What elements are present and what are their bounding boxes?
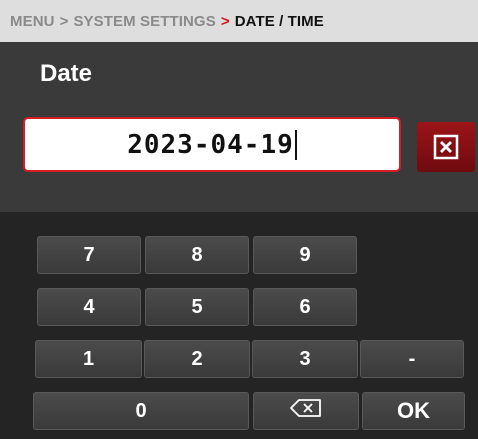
key-5[interactable]: 5 [145,288,249,326]
key-8[interactable]: 8 [145,236,249,274]
key-1[interactable]: 1 [35,340,142,378]
text-cursor [294,129,297,160]
key-dash[interactable]: - [360,340,464,378]
key-7[interactable]: 7 [37,236,141,274]
key-6[interactable]: 6 [253,288,357,326]
clear-button[interactable] [417,122,475,172]
key-4[interactable]: 4 [37,288,141,326]
key-0[interactable]: 0 [33,392,249,430]
date-input[interactable]: 2023-04-19 [23,117,401,172]
key-9[interactable]: 9 [253,236,357,274]
key-3[interactable]: 3 [252,340,358,378]
breadcrumb-item-date-time: DATE / TIME [234,12,324,30]
field-title: Date [40,60,93,87]
close-box-icon [433,134,459,160]
key-2[interactable]: 2 [144,340,250,378]
breadcrumb-item-system-settings[interactable]: SYSTEM SETTINGS [73,13,215,30]
breadcrumb-separator: > [59,12,69,30]
breadcrumb-separator-active: > [220,12,230,30]
backspace-button[interactable] [253,392,359,430]
breadcrumb-item-menu[interactable]: MENU [10,13,55,30]
backspace-icon [289,398,323,424]
date-input-value: 2023-04-19 [127,129,294,160]
breadcrumb: MENU > SYSTEM SETTINGS > DATE / TIME [0,0,478,42]
ok-button[interactable]: OK [362,392,465,430]
